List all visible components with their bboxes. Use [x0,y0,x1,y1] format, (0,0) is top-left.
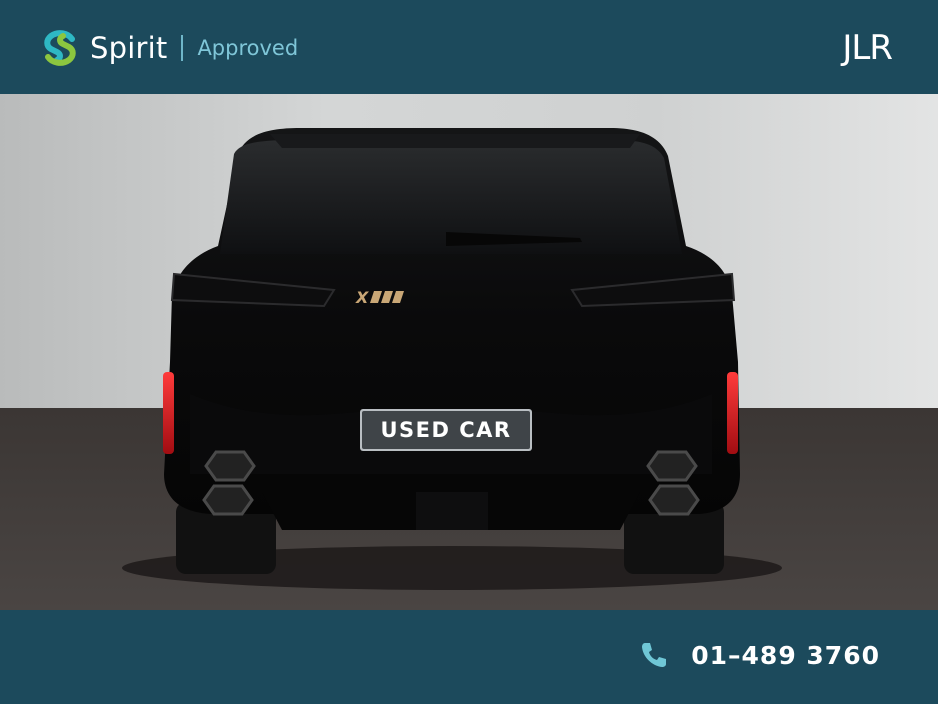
jlr-logo: JLR [842,28,893,68]
svg-text:X: X [355,288,369,307]
car-rear-illustration: X USED CAR [0,94,938,610]
brand-subtitle: Approved [197,36,299,60]
phone-contact[interactable]: 01–489 3760 [639,640,880,670]
spirit-logo-icon [44,30,76,66]
right-reflector [727,372,738,454]
number-plate: USED CAR [360,409,532,451]
plate-text: USED CAR [380,418,511,442]
header-band: Spirit Approved JLR [0,0,938,94]
brand: Spirit Approved [42,30,298,66]
listing-image: Spirit Approved JLR X USED CAR 01–489 37… [0,0,938,704]
left-reflector [163,372,174,454]
phone-number[interactable]: 01–489 3760 [691,641,880,670]
car-photo: X USED CAR [0,94,938,610]
brand-divider [181,35,184,61]
brand-name: Spirit [90,31,168,65]
phone-icon [642,643,667,667]
footer-band: 01–489 3760 [0,610,938,704]
